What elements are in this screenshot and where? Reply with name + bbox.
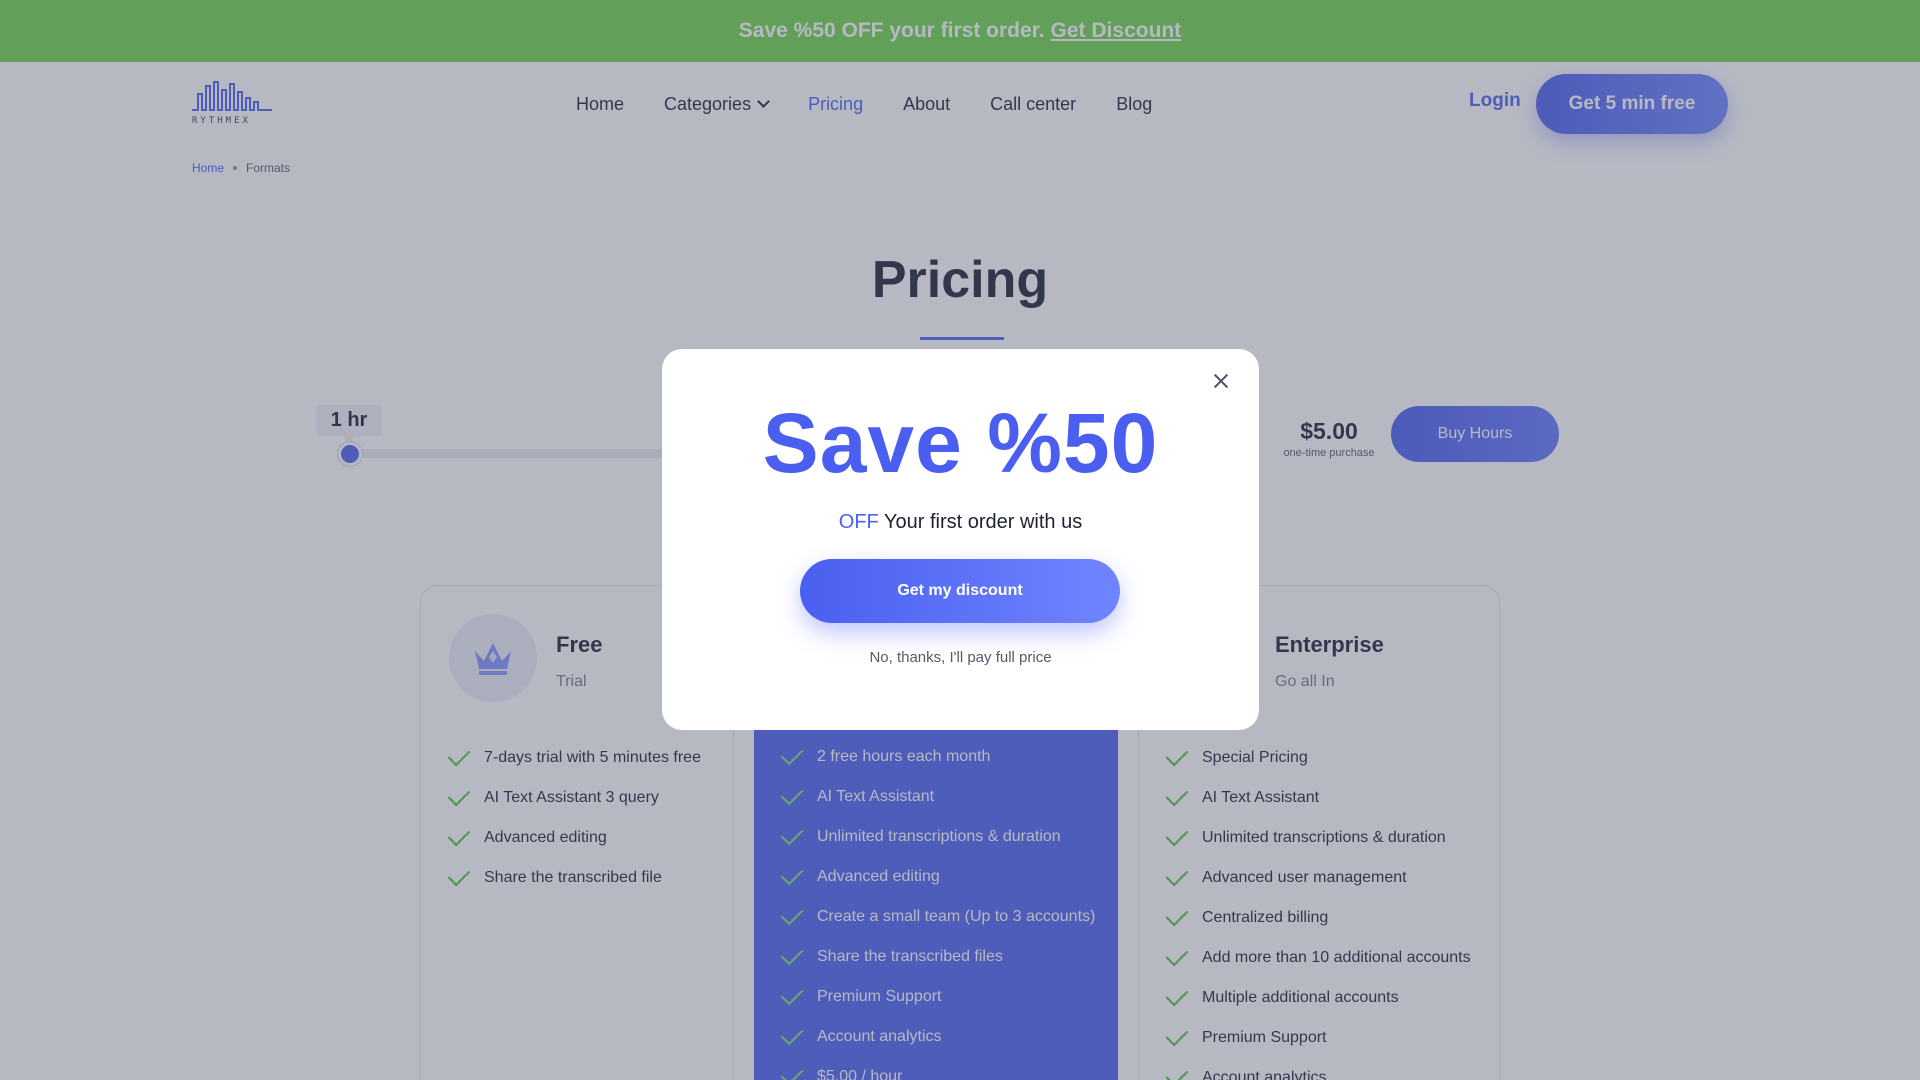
modal-headline: Save %50 [762, 396, 1159, 490]
modal-subtitle: OFF Your first order with us [662, 511, 1259, 534]
modal-subtitle-accent: OFF [838, 511, 879, 533]
get-discount-button[interactable]: Get my discount [800, 559, 1120, 623]
discount-modal: Save %50 OFF Your first order with us Ge… [662, 349, 1259, 730]
close-icon[interactable] [1203, 363, 1239, 399]
decline-discount-link[interactable]: No, thanks, I'll pay full price [662, 649, 1259, 666]
modal-subtitle-text: Your first order with us [883, 511, 1083, 533]
